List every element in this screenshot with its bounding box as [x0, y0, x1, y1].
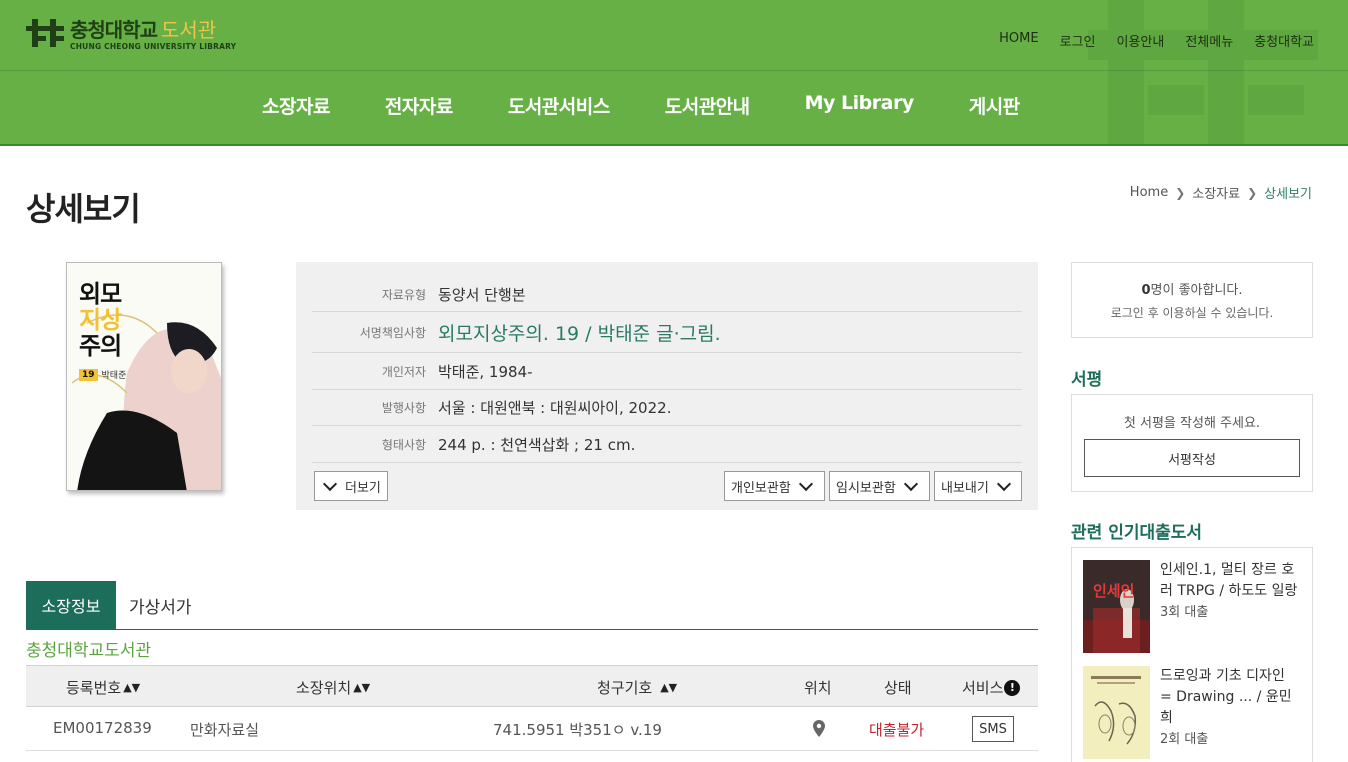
more-button[interactable]: 더보기: [314, 471, 388, 501]
chevron-down-icon: [996, 476, 1011, 491]
meta-row-publication: 발행사항 서울 : 대원앤북 : 대원씨아이, 2022.: [312, 390, 1022, 426]
temp-folder-button[interactable]: 임시보관함: [829, 471, 930, 501]
like-box: 0명이 좋아합니다. 로그인 후 이용하실 수 있습니다.: [1071, 262, 1313, 338]
like-login-note: 로그인 후 이용하실 수 있습니다.: [1110, 306, 1274, 320]
nav-library-services[interactable]: 도서관서비스: [508, 92, 610, 119]
tab-virtual-shelf[interactable]: 가상서가: [129, 593, 192, 618]
logo-korean-name: 충청대학교: [70, 18, 158, 42]
popular-book-count: 2회 대출: [1160, 732, 1209, 747]
col-service: 서비스!: [962, 677, 1021, 698]
breadcrumb-current: 상세보기: [1264, 187, 1312, 202]
col-reg-no[interactable]: 등록번호 ▲▼: [66, 677, 140, 698]
util-link-guide[interactable]: 이용안내: [1117, 31, 1165, 50]
library-name: 충청대학교도서관: [26, 641, 152, 661]
col-call-no[interactable]: 청구기호 ▲▼: [597, 677, 677, 698]
page-title: 상세보기: [26, 190, 141, 228]
chevron-down-icon: [903, 476, 918, 491]
table-row: EM00172839 만화자료실 741.5951 박351ㅇ v.19 대출불…: [26, 707, 1038, 751]
bibliographic-info: 자료유형 동양서 단행본 서명책임사항 외모지상주의. 19 / 박태준 글·그…: [296, 262, 1038, 510]
util-link-university[interactable]: 충청대학교: [1254, 31, 1314, 50]
site-header: 충청대학교 도서관 CHUNG CHEONG UNIVERSITY LIBRARY…: [0, 0, 1348, 146]
util-link-home[interactable]: HOME: [999, 31, 1038, 50]
chevron-down-icon: [798, 476, 813, 491]
nav-board[interactable]: 게시판: [969, 92, 1020, 119]
nav-my-library[interactable]: My Library: [805, 92, 915, 119]
utility-nav: HOME 로그인 이용안내 전체메뉴 충청대학교: [999, 31, 1314, 50]
book-thumbnail[interactable]: 인세인: [1083, 560, 1150, 653]
chevron-right-icon: ❯: [1175, 185, 1186, 200]
cell-location: 만화자료실: [190, 721, 260, 739]
breadcrumb-home[interactable]: Home: [1130, 185, 1168, 200]
map-pin-icon[interactable]: [813, 720, 825, 737]
popular-book-count: 3회 대출: [1160, 605, 1209, 620]
library-logo[interactable]: 충청대학교 도서관 CHUNG CHEONG UNIVERSITY LIBRARY: [26, 14, 236, 51]
popular-book-title[interactable]: 인세인.1, 멀티 장르 호러 TRPG / 하도도 일랑: [1160, 560, 1300, 602]
book-thumbnail[interactable]: [1083, 666, 1150, 759]
cover-thumb-text: 인세인: [1093, 582, 1134, 600]
chevron-down-icon: [322, 476, 338, 491]
meta-row-title: 서명책임사항 외모지상주의. 19 / 박태준 글·그림.: [312, 312, 1022, 353]
meta-row-type: 자료유형 동양서 단행본: [312, 278, 1022, 312]
book-cover-insane-icon: 인세인: [1083, 560, 1150, 653]
popular-heading: 관련 인기대출도서: [1071, 523, 1203, 543]
popular-books: 인세인 인세인.1, 멀티 장르 호러 TRPG / 하도도 일랑 3회 대출 …: [1071, 547, 1313, 762]
cover-title: 외모 지상 주의: [79, 280, 122, 360]
cover-volume: 19 박태준: [79, 368, 126, 381]
main-nav: 소장자료 전자자료 도서관서비스 도서관안내 My Library 게시판: [262, 92, 1075, 119]
university-emblem-icon: [26, 18, 64, 47]
sort-icon: ▲▼: [353, 681, 371, 694]
col-position: 위치: [804, 679, 832, 697]
review-heading: 서평: [1071, 370, 1103, 390]
nav-collections[interactable]: 소장자료: [262, 92, 330, 119]
tab-holdings[interactable]: 소장정보: [26, 581, 116, 629]
logo-library-word: 도서관: [161, 18, 217, 42]
sort-icon: ▲▼: [660, 681, 678, 694]
write-review-button[interactable]: 서평작성: [1084, 439, 1300, 477]
col-status: 상태: [884, 679, 912, 697]
cell-reg-no: EM00172839: [53, 719, 152, 737]
logo-watermark-icon: [1088, 0, 1318, 144]
breadcrumb: Home ❯ 소장자료 ❯ 상세보기: [1130, 183, 1312, 202]
book-cover: 외모 지상 주의 19 박태준: [66, 262, 222, 491]
book-cover-drawing-icon: [1083, 666, 1150, 759]
util-link-login[interactable]: 로그인: [1060, 31, 1096, 50]
personal-folder-button[interactable]: 개인보관함: [724, 471, 825, 501]
header-divider: [0, 70, 1348, 71]
breadcrumb-collections[interactable]: 소장자료: [1192, 183, 1240, 202]
review-box: 첫 서평을 작성해 주세요. 서평작성: [1071, 394, 1313, 492]
cell-call-no: 741.5951 박351ㅇ v.19: [493, 721, 662, 739]
cell-status: 대출불가: [869, 721, 925, 739]
review-prompt: 첫 서평을 작성해 주세요.: [1123, 416, 1261, 431]
meta-row-format: 형태사항 244 p. : 천연색삽화 ; 21 cm.: [312, 426, 1022, 463]
nav-e-resources[interactable]: 전자자료: [385, 92, 453, 119]
list-item[interactable]: 드로잉과 기초 디자인 = Drawing ... / 윤민희 2회 대출: [1083, 666, 1300, 759]
popular-book-title[interactable]: 드로잉과 기초 디자인 = Drawing ... / 윤민희: [1160, 666, 1300, 729]
info-icon[interactable]: !: [1004, 679, 1021, 696]
nav-library-info[interactable]: 도서관안내: [665, 92, 750, 119]
holdings-table-header: 등록번호 ▲▼ 소장위치 ▲▼ 청구기호 ▲▼ 위치 상태 서비스!: [26, 665, 1038, 707]
col-location[interactable]: 소장위치 ▲▼: [296, 677, 370, 698]
like-count: 0: [1141, 283, 1151, 298]
sms-button[interactable]: SMS: [972, 716, 1014, 742]
like-text: 명이 좋아합니다.: [1150, 283, 1243, 298]
chevron-right-icon: ❯: [1247, 185, 1258, 200]
meta-row-author: 개인저자 박태준, 1984-: [312, 353, 1022, 390]
util-link-all-menu[interactable]: 전체메뉴: [1185, 31, 1233, 50]
sort-icon: ▲▼: [123, 681, 141, 694]
tab-underline: [26, 629, 1038, 630]
logo-english-name: CHUNG CHEONG UNIVERSITY LIBRARY: [70, 42, 237, 51]
export-button[interactable]: 내보내기: [934, 471, 1022, 501]
list-item[interactable]: 인세인 인세인.1, 멀티 장르 호러 TRPG / 하도도 일랑 3회 대출: [1083, 560, 1300, 653]
